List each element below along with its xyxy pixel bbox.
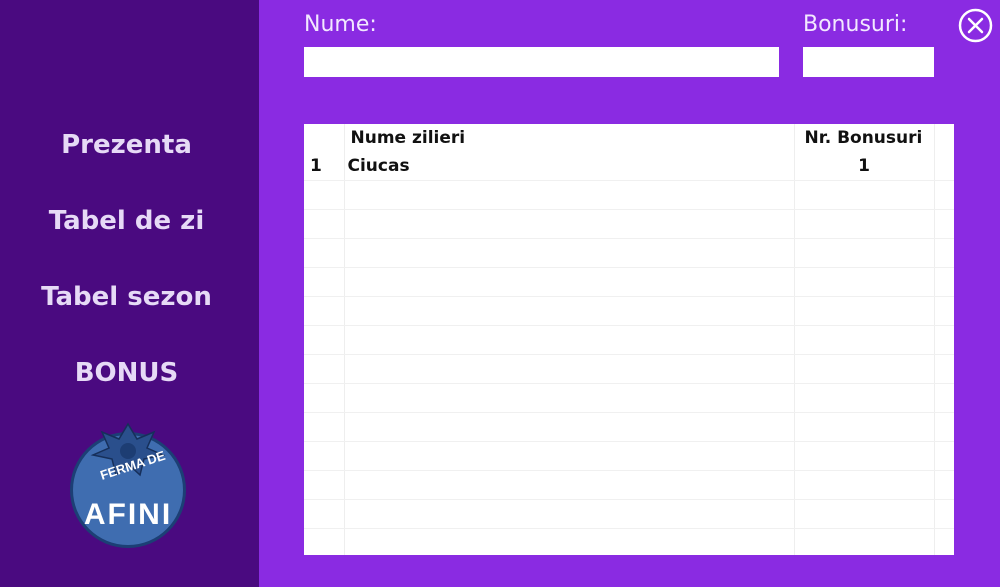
header-extra — [934, 124, 954, 152]
empty-cell[interactable] — [794, 267, 935, 297]
bonus-input[interactable] — [803, 47, 934, 77]
empty-cell[interactable] — [304, 412, 345, 442]
header-bonus: Nr. Bonusuri — [794, 124, 935, 152]
empty-cell[interactable] — [934, 441, 954, 471]
row-index-cell[interactable]: 1 — [304, 152, 345, 181]
empty-cell[interactable] — [344, 354, 795, 384]
empty-cell[interactable] — [304, 267, 345, 297]
empty-cell[interactable] — [794, 354, 935, 384]
empty-cell[interactable] — [794, 499, 935, 529]
table-body: 1 Ciucas 1 — [304, 152, 954, 555]
table-header-row: Nume zilieri Nr. Bonusuri — [304, 124, 954, 152]
empty-cell[interactable] — [344, 412, 795, 442]
empty-table-row[interactable] — [304, 325, 954, 355]
empty-cell[interactable] — [794, 325, 935, 355]
empty-table-row[interactable] — [304, 412, 954, 442]
empty-cell[interactable] — [304, 470, 345, 500]
empty-cell[interactable] — [794, 528, 935, 555]
row-extra-cell[interactable] — [934, 152, 954, 181]
empty-cell[interactable] — [794, 209, 935, 239]
logo-main-text: AFINI — [84, 498, 172, 531]
empty-cell[interactable] — [344, 383, 795, 413]
empty-cell[interactable] — [304, 325, 345, 355]
row-bonus-cell[interactable]: 1 — [794, 152, 935, 181]
empty-cell[interactable] — [794, 441, 935, 471]
empty-cell[interactable] — [344, 499, 795, 529]
table-row[interactable]: 1 Ciucas 1 — [304, 152, 954, 181]
empty-cell[interactable] — [934, 180, 954, 210]
sidebar: Prezenta Tabel de zi Tabel sezon BONUS F… — [0, 0, 259, 587]
empty-cell[interactable] — [934, 238, 954, 268]
empty-table-row[interactable] — [304, 354, 954, 384]
bonus-table: Nume zilieri Nr. Bonusuri 1 Ciucas 1 — [304, 124, 954, 555]
empty-cell[interactable] — [934, 412, 954, 442]
header-index — [304, 124, 345, 152]
empty-cell[interactable] — [794, 296, 935, 326]
empty-cell[interactable] — [794, 238, 935, 268]
empty-cell[interactable] — [934, 267, 954, 297]
empty-cell[interactable] — [344, 296, 795, 326]
empty-cell[interactable] — [934, 470, 954, 500]
empty-table-row[interactable] — [304, 296, 954, 326]
empty-cell[interactable] — [304, 383, 345, 413]
empty-cell[interactable] — [304, 499, 345, 529]
empty-cell[interactable] — [304, 528, 345, 555]
sidebar-item-tabel-de-zi[interactable]: Tabel de zi — [0, 205, 253, 237]
empty-cell[interactable] — [344, 470, 795, 500]
empty-cell[interactable] — [344, 180, 795, 210]
empty-cell[interactable] — [344, 325, 795, 355]
empty-cell[interactable] — [794, 180, 935, 210]
header-name: Nume zilieri — [344, 124, 795, 152]
empty-cell[interactable] — [934, 209, 954, 239]
empty-cell[interactable] — [934, 296, 954, 326]
empty-cell[interactable] — [304, 209, 345, 239]
empty-table-row[interactable] — [304, 267, 954, 297]
empty-cell[interactable] — [344, 238, 795, 268]
empty-table-row[interactable] — [304, 383, 954, 413]
app-window: Prezenta Tabel de zi Tabel sezon BONUS F… — [0, 0, 1000, 587]
sidebar-item-bonus[interactable]: BONUS — [0, 357, 253, 389]
empty-cell[interactable] — [304, 180, 345, 210]
sidebar-item-tabel-sezon[interactable]: Tabel sezon — [0, 281, 253, 313]
empty-cell[interactable] — [304, 238, 345, 268]
empty-cell[interactable] — [304, 354, 345, 384]
empty-cell[interactable] — [344, 209, 795, 239]
close-icon[interactable] — [958, 8, 993, 43]
sidebar-item-prezenta[interactable]: Prezenta — [0, 129, 253, 161]
empty-cell[interactable] — [344, 441, 795, 471]
empty-cell[interactable] — [794, 412, 935, 442]
empty-cell[interactable] — [304, 441, 345, 471]
empty-cell[interactable] — [344, 267, 795, 297]
empty-table-row[interactable] — [304, 470, 954, 500]
empty-table-row[interactable] — [304, 499, 954, 529]
bonus-label: Bonusuri: — [803, 12, 908, 37]
empty-table-row[interactable] — [304, 528, 954, 555]
row-name-cell[interactable]: Ciucas — [344, 152, 795, 181]
name-input[interactable] — [304, 47, 779, 77]
empty-table-row[interactable] — [304, 180, 954, 210]
empty-cell[interactable] — [934, 354, 954, 384]
empty-cell[interactable] — [934, 383, 954, 413]
blueberry-logo-icon: FERMA DE AFINI — [70, 422, 186, 548]
empty-cell[interactable] — [304, 296, 345, 326]
empty-table-row[interactable] — [304, 441, 954, 471]
empty-cell[interactable] — [934, 325, 954, 355]
name-label: Nume: — [304, 12, 377, 37]
empty-cell[interactable] — [934, 528, 954, 555]
empty-cell[interactable] — [794, 470, 935, 500]
empty-cell[interactable] — [344, 528, 795, 555]
empty-table-row[interactable] — [304, 209, 954, 239]
empty-cell[interactable] — [794, 383, 935, 413]
empty-table-row[interactable] — [304, 238, 954, 268]
empty-cell[interactable] — [934, 499, 954, 529]
